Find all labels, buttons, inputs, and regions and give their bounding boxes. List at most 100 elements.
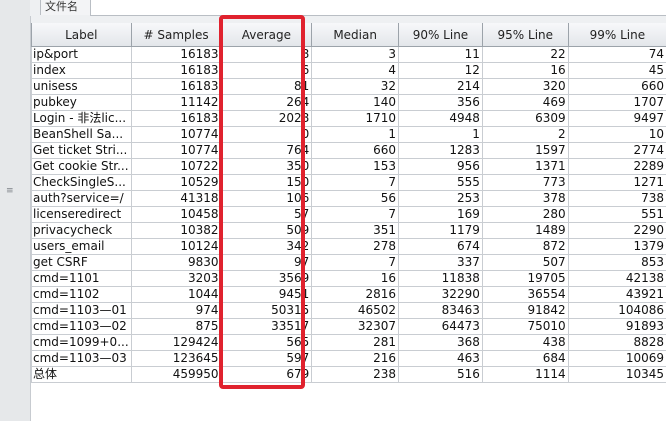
row-value-cell: 551: [567, 206, 666, 223]
row-value-cell: 10345: [567, 366, 666, 383]
table-row[interactable]: privacycheck 10382 509 351 1179 1489 2290: [31, 222, 666, 239]
filename-input[interactable]: [90, 0, 666, 16]
table-row[interactable]: cmd=1103—02 875 33517 32307 64473 75010 91893: [31, 318, 666, 335]
row-value-cell: 10069: [567, 350, 666, 367]
row-label-cell: cmd=1103—01: [31, 302, 132, 319]
row-label-cell: auth?service=/: [31, 190, 132, 207]
row-value-cell: 853: [567, 254, 666, 271]
row-label-cell: get CSRF: [31, 254, 132, 271]
row-value-cell: 16183: [130, 46, 221, 63]
table-row[interactable]: cmd=1103—01 974 50315 46502 83463 91842 104086: [31, 302, 666, 319]
row-value-cell: 32290: [398, 286, 483, 303]
row-label-cell: unisess: [31, 78, 132, 95]
row-value-cell: 74: [567, 46, 666, 63]
row-label-cell: cmd=1101: [31, 270, 132, 287]
table-row[interactable]: index 16183 6 4 12 16 45: [31, 62, 666, 79]
column-header-average[interactable]: Average: [220, 23, 312, 47]
row-value-cell: 674: [398, 238, 483, 255]
row-value-cell: 32307: [311, 318, 399, 335]
row-value-cell: 320: [481, 78, 569, 95]
table-row[interactable]: cmd=1099+0... 129424 565 281 368 438 8828: [31, 334, 666, 351]
row-value-cell: 91893: [567, 318, 666, 335]
table-row[interactable]: get CSRF 9830 97 7 337 507 853: [31, 254, 666, 271]
table-row[interactable]: users_email 10124 342 278 674 872 1379: [31, 238, 666, 255]
row-value-cell: 10124: [130, 238, 221, 255]
row-label-cell: cmd=1103—02: [31, 318, 132, 335]
row-value-cell: 46502: [311, 302, 399, 319]
row-value-cell: 2290: [567, 222, 666, 239]
row-value-cell: 12: [398, 62, 483, 79]
table-row[interactable]: Get ticket Stri... 10774 764 660 1283 1597 277…: [31, 142, 666, 159]
row-value-cell: 872: [481, 238, 569, 255]
row-value-cell: 8828: [567, 334, 666, 351]
row-value-cell: 278: [311, 238, 399, 255]
column-header-90-line[interactable]: 90% Line: [398, 23, 483, 47]
table-row[interactable]: unisess 16183 81 32 214 320 660: [31, 78, 666, 95]
row-value-cell: 1597: [481, 142, 569, 159]
row-value-cell: 169: [398, 206, 483, 223]
row-label-cell: pubkey: [31, 94, 132, 111]
row-value-cell: 214: [398, 78, 483, 95]
row-value-cell: 10: [567, 126, 666, 143]
row-value-cell: 0: [220, 126, 312, 143]
row-value-cell: 106: [220, 190, 312, 207]
row-value-cell: 75010: [481, 318, 569, 335]
table-row[interactable]: CheckSingleS... 10529 150 7 555 773 1271: [31, 174, 666, 191]
row-label-cell: users_email: [31, 238, 132, 255]
table-row[interactable]: Login - 非法lic... 16183 2028 1710 4948 6309 949…: [31, 110, 666, 127]
table-row[interactable]: Get cookie Str... 10722 350 153 956 1371 2289: [31, 158, 666, 175]
row-value-cell: 1: [398, 126, 483, 143]
table-row[interactable]: licenseredirect 10458 57 7 169 280 551: [31, 206, 666, 223]
row-value-cell: 91842: [481, 302, 569, 319]
row-value-cell: 33517: [220, 318, 312, 335]
row-value-cell: 378: [481, 190, 569, 207]
row-label-cell: cmd=1103—03: [31, 350, 132, 367]
row-value-cell: 36554: [481, 286, 569, 303]
row-value-cell: 3: [311, 46, 399, 63]
row-value-cell: 32: [311, 78, 399, 95]
row-value-cell: 565: [220, 334, 312, 351]
table-row[interactable]: ip&port 16183 8 3 11 22 74: [31, 46, 666, 63]
table-row[interactable]: pubkey 11142 264 140 356 469 1707: [31, 94, 666, 111]
row-value-cell: 104086: [567, 302, 666, 319]
column-header-95-line[interactable]: 95% Line: [481, 23, 569, 47]
table-row[interactable]: BeanShell Sa... 10774 0 1 1 2 10: [31, 126, 666, 143]
summary-table-container: Label # Samples Average Median 90% Line …: [31, 23, 666, 421]
row-value-cell: 150: [220, 174, 312, 191]
row-value-cell: 459950: [130, 366, 221, 383]
row-value-cell: 875: [130, 318, 221, 335]
table-row[interactable]: cmd=1101 3203 3569 16 11838 19705 42138: [31, 270, 666, 287]
column-header-median[interactable]: Median: [311, 23, 399, 47]
row-value-cell: 974: [130, 302, 221, 319]
column-header-label[interactable]: Label: [31, 23, 132, 47]
row-value-cell: 9451: [220, 286, 312, 303]
row-label-cell: cmd=1102: [31, 286, 132, 303]
column-header-samples[interactable]: # Samples: [130, 23, 221, 47]
row-label-cell: privacycheck: [31, 222, 132, 239]
table-row[interactable]: 总体 459950 679 238 516 1114 10345: [31, 366, 666, 383]
row-value-cell: 10774: [130, 126, 221, 143]
row-value-cell: 238: [311, 366, 399, 383]
table-row[interactable]: cmd=1103—03 123645 597 216 463 684 10069: [31, 350, 666, 367]
row-value-cell: 19705: [481, 270, 569, 287]
row-value-cell: 679: [220, 366, 312, 383]
row-value-cell: 684: [481, 350, 569, 367]
table-row[interactable]: auth?service=/41318 106 56 253 378 738: [31, 190, 666, 207]
row-value-cell: 368: [398, 334, 483, 351]
row-value-cell: 342: [220, 238, 312, 255]
row-value-cell: 1179: [398, 222, 483, 239]
row-value-cell: 16: [311, 270, 399, 287]
table-row[interactable]: cmd=1102 1044 9451 2816 32290 36554 43921: [31, 286, 666, 303]
row-value-cell: 1044: [130, 286, 221, 303]
row-label-cell: licenseredirect: [31, 206, 132, 223]
row-value-cell: 438: [481, 334, 569, 351]
grip-dots-icon[interactable]: ≡: [6, 186, 14, 196]
row-label-cell: ip&port: [31, 46, 132, 63]
row-value-cell: 6: [220, 62, 312, 79]
row-value-cell: 10722: [130, 158, 221, 175]
row-label-cell: Login - 非法lic...: [31, 110, 132, 127]
summary-report-table: Label # Samples Average Median 90% Line …: [31, 23, 666, 383]
row-value-cell: 45: [567, 62, 666, 79]
row-value-cell: 597: [220, 350, 312, 367]
column-header-99-line[interactable]: 99% Line: [567, 23, 666, 47]
